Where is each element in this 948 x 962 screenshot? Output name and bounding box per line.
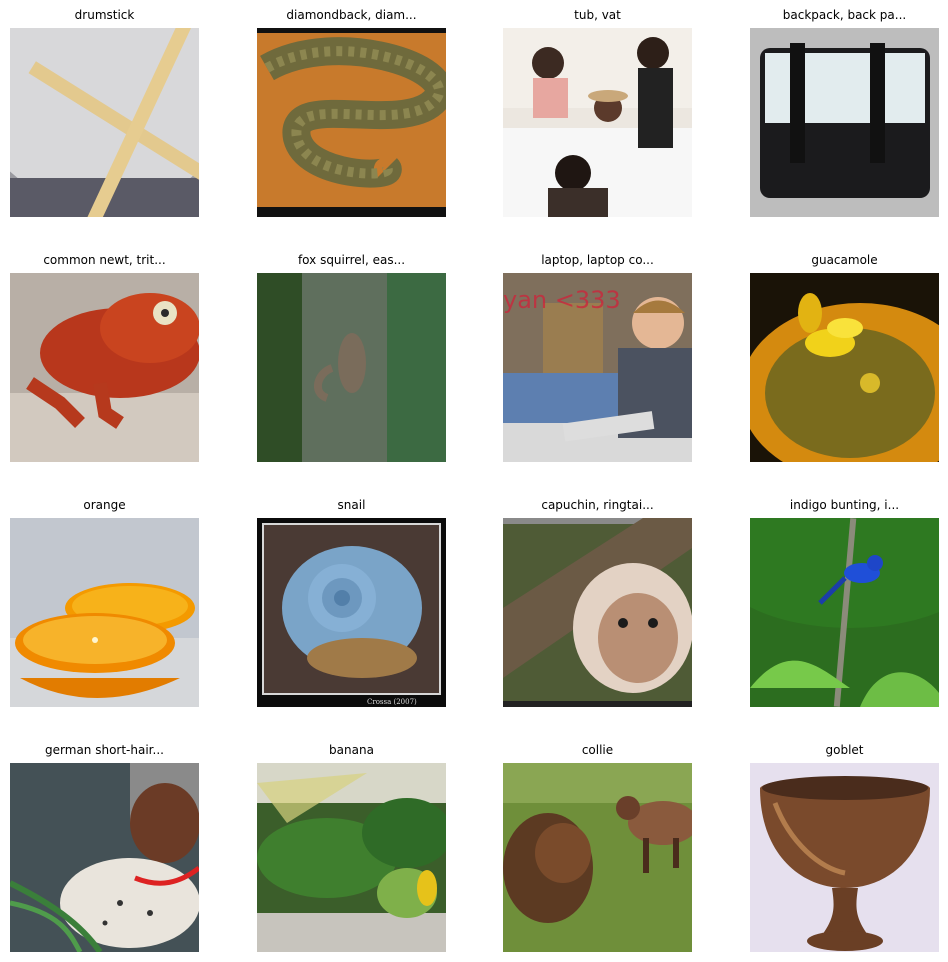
thumbnail-diamondback <box>257 28 446 217</box>
caption: collie <box>581 743 614 757</box>
thumbnail-orange <box>10 518 199 707</box>
caption: fox squirrel, eas... <box>297 253 406 267</box>
thumbnail-banana <box>257 763 446 952</box>
caption: guacamole <box>811 253 878 267</box>
thumbnail-goblet <box>750 763 939 952</box>
snail-watermark: Crossa (2007) <box>367 698 417 706</box>
thumbnail-tub <box>503 28 692 217</box>
thumbnail-guacamole <box>750 273 939 462</box>
thumbnail-capuchin <box>503 518 692 707</box>
caption: orange <box>83 498 126 512</box>
caption: german short-hair... <box>45 743 164 757</box>
thumbnail-squirrel <box>257 273 446 462</box>
caption: goblet <box>825 743 864 757</box>
overlay-text: yan <333 <box>503 286 621 314</box>
caption: banana <box>329 743 374 757</box>
caption: laptop, laptop co... <box>541 253 654 267</box>
thumbnail-newt <box>10 273 199 462</box>
thumbnail-drumstick <box>10 28 199 217</box>
thumbnail-dog <box>10 763 199 952</box>
thumbnail-snail: Crossa (2007) <box>257 518 446 707</box>
thumbnail-bunting <box>750 518 939 707</box>
thumbnail-laptop: yan <333 <box>503 273 692 462</box>
caption: backpack, back pa... <box>782 8 907 22</box>
caption: diamondback, diam... <box>286 8 417 22</box>
caption: tub, vat <box>574 8 621 22</box>
caption: snail <box>337 498 366 512</box>
caption: drumstick <box>74 8 135 22</box>
thumbnail-collie <box>503 763 692 952</box>
caption: common newt, trit... <box>43 253 166 267</box>
caption: capuchin, ringtai... <box>541 498 654 512</box>
caption: indigo bunting, i... <box>789 498 900 512</box>
thumbnail-backpack <box>750 28 939 217</box>
